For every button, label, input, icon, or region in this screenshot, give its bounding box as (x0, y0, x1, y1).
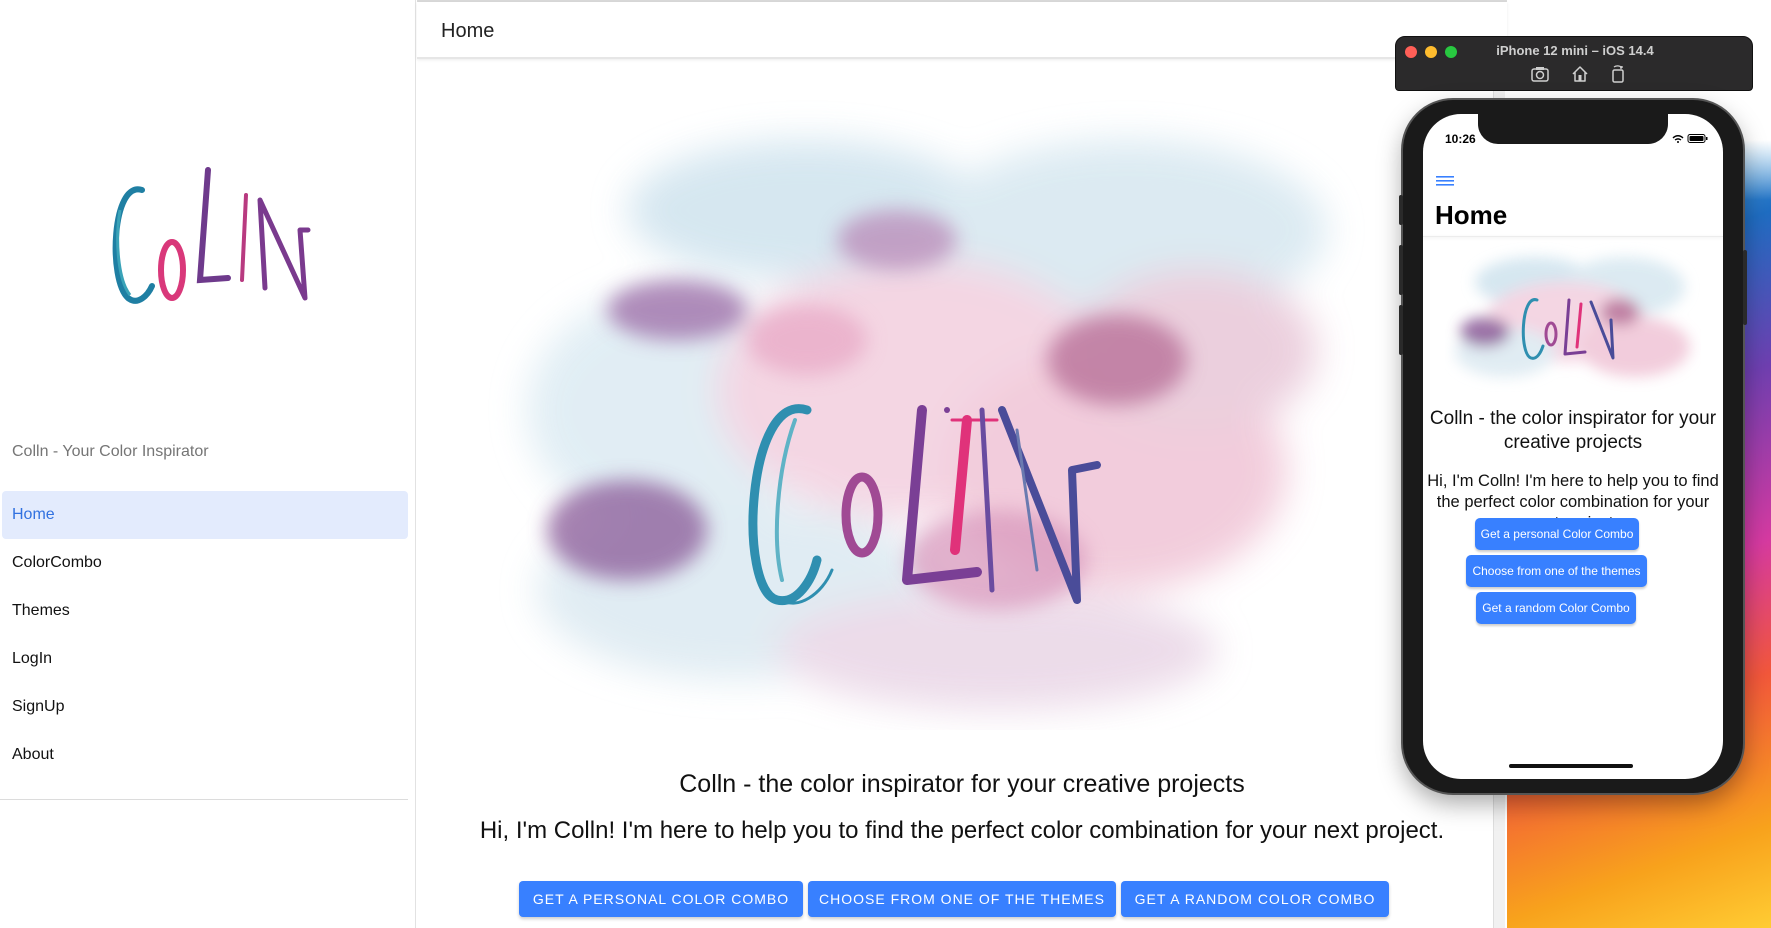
sidebar-subtitle: Colln - Your Color Inspirator (12, 443, 209, 460)
screenshot-icon[interactable] (1530, 64, 1550, 84)
sidebar-item-about[interactable]: About (2, 731, 408, 779)
status-bar-time: 10:26 (1445, 132, 1476, 146)
main-content: Home Colln - the color inspirator for yo… (417, 0, 1507, 928)
sidebar-item-themes[interactable]: Themes (2, 587, 408, 635)
sidebar-menu: Home ColorCombo Themes LogIn SignUp Abou… (0, 491, 416, 779)
page-title: Home (441, 20, 495, 42)
home-icon[interactable] (1570, 64, 1590, 84)
phone-volume-up (1399, 245, 1403, 295)
hamburger-menu-icon[interactable] (1435, 174, 1455, 188)
phone-screen: 10:26 Home Colln - the color inspirator … (1423, 114, 1723, 779)
sidebar-divider (0, 799, 408, 800)
phone-choose-theme-button[interactable]: Choose from one of the themes (1466, 555, 1647, 587)
main-header: Home (417, 2, 1507, 59)
simulator-titlebar: iPhone 12 mini – iOS 14.4 (1395, 36, 1753, 91)
iphone-simulator: 10:26 Home Colln - the color inspirator … (1399, 100, 1747, 793)
screen: Colln - Your Color Inspirator Home Color… (0, 0, 1771, 928)
sidebar: Colln - Your Color Inspirator Home Color… (0, 0, 416, 928)
phone-volume-down (1399, 305, 1403, 355)
sidebar-item-signup[interactable]: SignUp (2, 683, 408, 731)
hero-watercolor-logo (527, 140, 1327, 710)
main-intro-text: Hi, I'm Colln! I'm here to help you to f… (479, 817, 1445, 844)
phone-hero-watercolor-logo (1455, 257, 1690, 377)
sidebar-item-login[interactable]: LogIn (2, 635, 408, 683)
main-button-group: GET A PERSONAL COLOR COMBO CHOOSE FROM O… (519, 881, 1389, 917)
phone-page-title: Home (1435, 200, 1508, 230)
phone-mute-switch (1399, 195, 1403, 225)
home-indicator[interactable] (1509, 764, 1633, 768)
phone-get-random-color-combo-button[interactable]: Get a random Color Combo (1476, 592, 1636, 624)
sidebar-item-home[interactable]: Home (2, 491, 408, 539)
phone-get-personal-color-combo-button[interactable]: Get a personal Color Combo (1475, 518, 1639, 550)
phone-notch (1478, 114, 1668, 144)
simulator-title: iPhone 12 mini – iOS 14.4 (1496, 43, 1654, 58)
rotate-icon[interactable] (1608, 64, 1628, 84)
sidebar-item-colorcombo[interactable]: ColorCombo (2, 539, 408, 587)
phone-heading: Colln - the color inspirator for your cr… (1429, 408, 1717, 453)
get-random-color-combo-button[interactable]: GET A RANDOM COLOR COMBO (1121, 881, 1389, 917)
phone-header-divider (1423, 236, 1723, 237)
main-heading: Colln - the color inspirator for your cr… (679, 770, 1245, 798)
choose-theme-button[interactable]: CHOOSE FROM ONE OF THE THEMES (808, 881, 1116, 917)
phone-side-button (1743, 250, 1747, 325)
get-personal-color-combo-button[interactable]: GET A PERSONAL COLOR COMBO (519, 881, 803, 917)
wifi-battery-icon (1672, 134, 1708, 143)
colln-logo (112, 167, 311, 304)
